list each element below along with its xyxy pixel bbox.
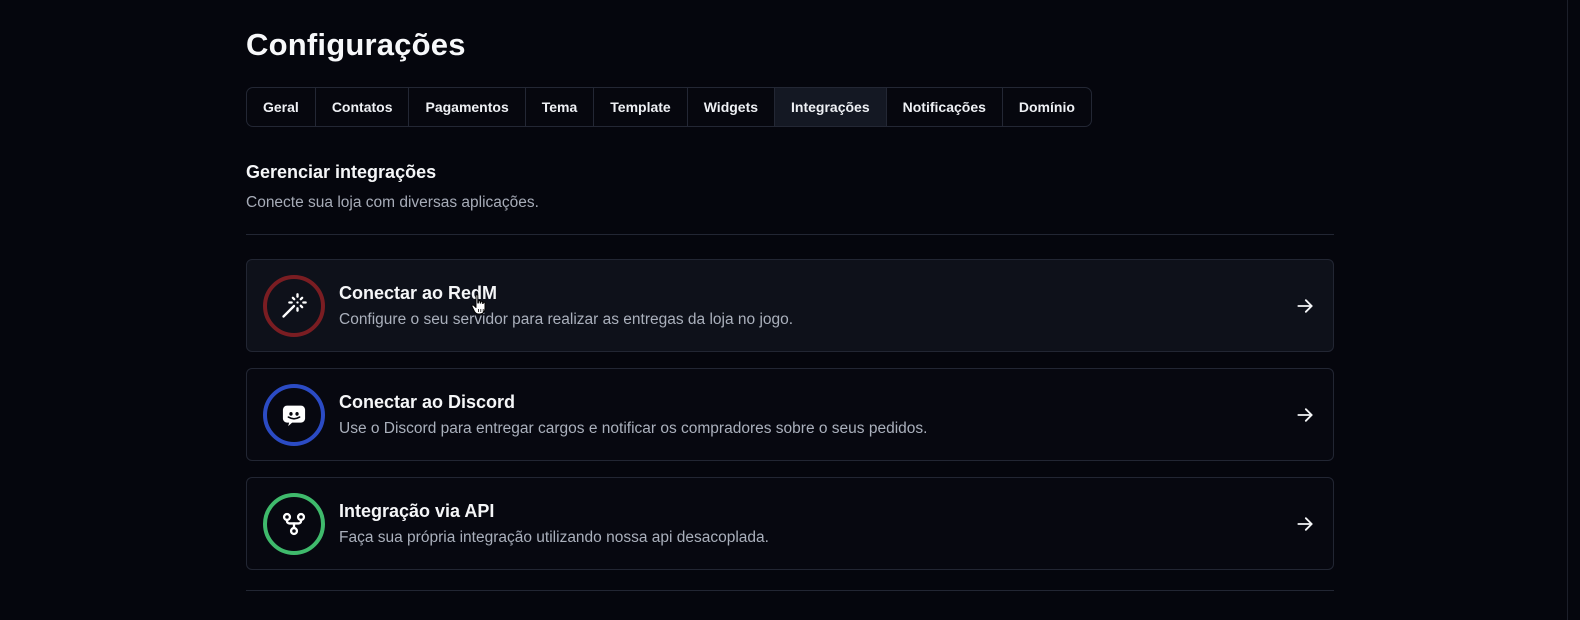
api-icon-ring xyxy=(263,493,325,555)
arrow-right-icon xyxy=(1297,517,1313,531)
window-edge xyxy=(1567,0,1568,620)
integration-card-api[interactable]: Integração via API Faça sua própria inte… xyxy=(246,477,1334,570)
tab-template[interactable]: Template xyxy=(594,88,688,126)
magic-wand-icon xyxy=(282,293,307,318)
integration-card-discord[interactable]: Conectar ao Discord Use o Discord para e… xyxy=(246,368,1334,461)
integration-description: Configure o seu servidor para realizar a… xyxy=(339,311,794,328)
discord-icon-ring xyxy=(263,384,325,446)
settings-tabs: Geral Contatos Pagamentos Tema Template … xyxy=(246,87,1092,127)
page-title: Configurações xyxy=(246,27,466,62)
redm-icon-ring xyxy=(263,275,325,337)
tab-tema[interactable]: Tema xyxy=(526,88,595,126)
section-title: Gerenciar integrações xyxy=(246,162,437,182)
page: Configurações Geral Contatos Pagamentos … xyxy=(0,0,1580,620)
tab-contatos[interactable]: Contatos xyxy=(316,88,410,126)
arrow-right-icon xyxy=(1297,299,1313,313)
integration-description: Use o Discord para entregar cargos e not… xyxy=(339,420,928,437)
tab-dominio[interactable]: Domínio xyxy=(1003,88,1091,126)
arrow-right-icon xyxy=(1297,408,1313,422)
tab-pagamentos[interactable]: Pagamentos xyxy=(409,88,526,126)
tab-integracoes[interactable]: Integrações xyxy=(775,88,887,126)
tab-widgets[interactable]: Widgets xyxy=(688,88,776,126)
integration-description: Faça sua própria integração utilizando n… xyxy=(339,529,769,546)
integration-title: Conectar ao Discord xyxy=(339,392,516,412)
section-description: Conecte sua loja com diversas aplicações… xyxy=(246,194,539,211)
integration-title: Conectar ao RedM xyxy=(339,283,498,303)
git-fork-icon xyxy=(282,512,306,536)
integration-title: Integração via API xyxy=(339,501,495,521)
integration-card-redm[interactable]: Conectar ao RedM Configure o seu servido… xyxy=(246,259,1334,352)
tab-notificacoes[interactable]: Notificações xyxy=(887,88,1003,126)
tab-geral[interactable]: Geral xyxy=(247,88,316,126)
bottom-divider xyxy=(246,590,1334,591)
section-divider xyxy=(246,234,1334,235)
discord-icon xyxy=(282,405,306,427)
